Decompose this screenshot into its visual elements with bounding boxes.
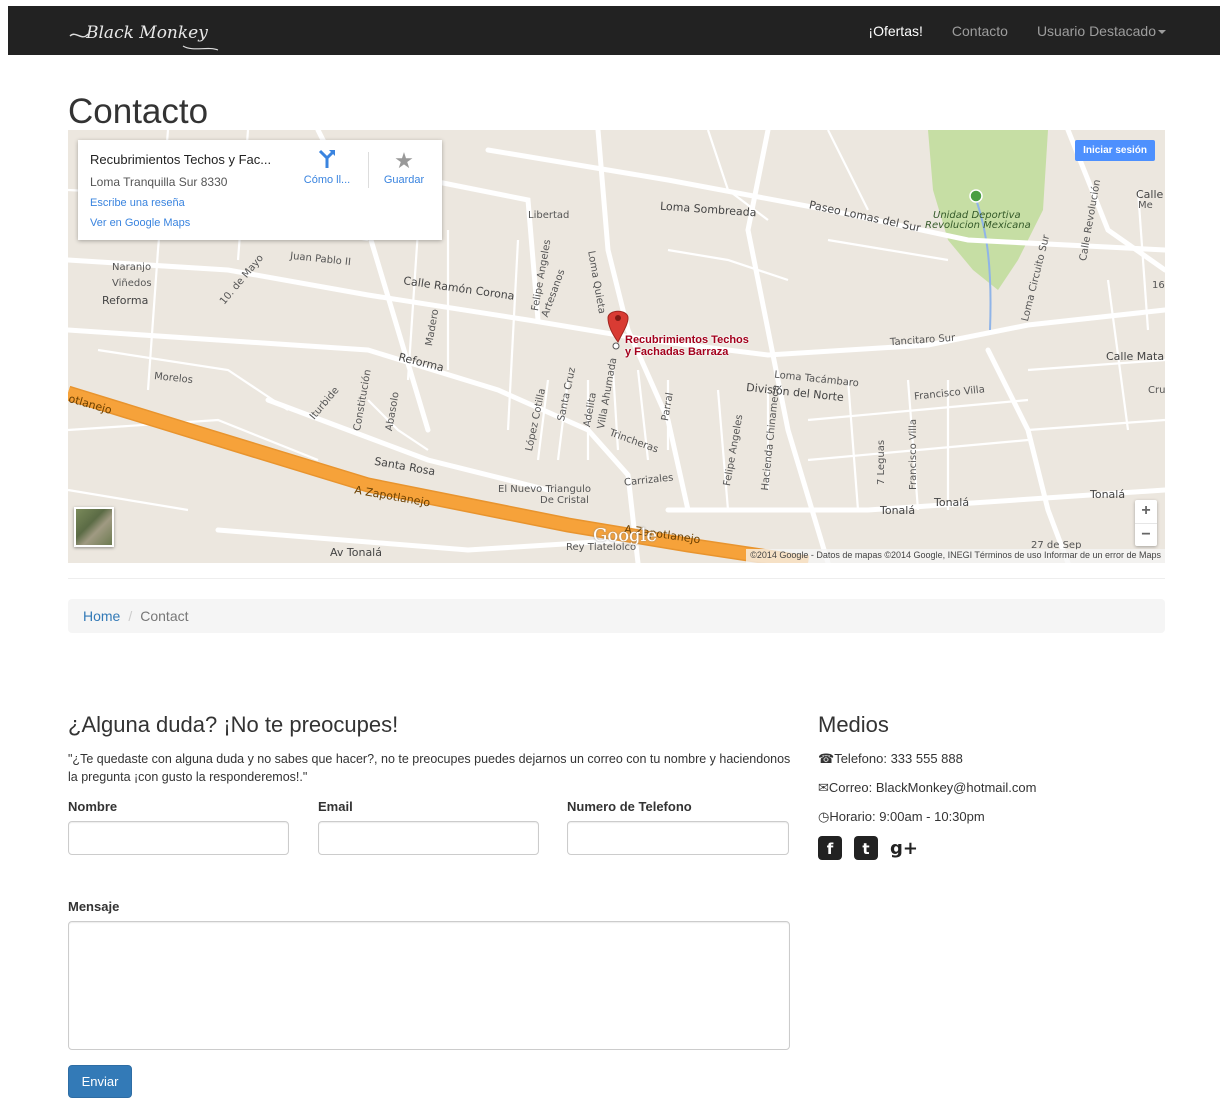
street-label: Av Tonalá [330,546,382,559]
twitter-icon[interactable]: t [854,836,878,860]
street-label: Tonalá [880,504,916,517]
breadcrumb-current: Contact [140,608,189,624]
contact-intro: "¿Te quedaste con alguna duda y no sabes… [68,752,791,784]
zoom-in-button[interactable]: + [1135,500,1157,523]
brand-text: Black Monkey [85,23,208,43]
media-email-text: Correo: BlackMonkey@hotmail.com [828,780,1037,795]
street-label: Francisco Villa [908,419,919,490]
directions-label: Cómo ll... [303,174,351,186]
phone-input[interactable] [567,821,789,855]
street-label: Me [1138,200,1153,211]
message-label: Mensaje [68,899,120,914]
envelope-icon: ✉ [818,780,829,795]
media-email: ✉Correo: BlackMonkey@hotmail.com [818,780,1036,796]
caret-down-icon [1158,29,1166,34]
place-label: El Nuevo Triangulo [498,484,592,495]
section-divider [68,578,1165,579]
street-label: Tonalá [934,496,970,509]
place-address: Loma Tranquilla Sur 8330 [90,175,228,189]
map-attribution[interactable]: ©2014 Google - Datos de mapas ©2014 Goog… [746,549,1165,563]
place-title: Recubrimientos Techos y Fac... [90,152,272,167]
name-label: Nombre [68,799,118,814]
nav-item-usuario-label: Usuario Destacado [1036,22,1156,39]
park-label: Revolucion Mexicana [925,220,1031,231]
name-input[interactable] [68,821,289,855]
phone-icon: ☎ [818,751,835,766]
street-label: 16 [1152,280,1165,291]
breadcrumb-home-link[interactable]: Home [83,608,120,624]
place-label: De Cristal [540,495,589,506]
satellite-view-toggle[interactable] [74,507,114,547]
street-label: 7 Leguas [876,439,887,485]
send-button[interactable]: Enviar [68,1065,132,1098]
street-label: Cru [1148,385,1165,396]
street-label: Reforma [102,294,149,307]
media-heading: Medios [818,712,889,737]
map-pin-label[interactable]: Recubrimientos Techos y Fachadas Barraza [625,334,749,358]
breadcrumb-divider: / [128,608,133,624]
media-hours: ◷Horario: 9:00am - 10:30pm [818,809,985,825]
street-label: Viñedos [112,278,152,289]
breadcrumb: Home / Contact [68,599,1165,633]
star-icon: ★ [394,148,414,173]
top-navbar: Black Monkey ¡Ofertas! Contacto Usuario … [8,6,1220,55]
write-review-link[interactable]: Escribe una reseña [90,197,185,209]
google-plus-icon[interactable]: g+ [890,836,918,860]
street-label: Calle Mata [1106,350,1165,363]
page-title: Contacto [68,92,209,131]
nav-item-contacto[interactable]: Contacto [952,23,1008,39]
street-label: Naranjo [112,262,152,273]
zoom-control: + − [1135,500,1157,546]
zoom-out-button[interactable]: − [1135,523,1157,546]
info-card-divider [368,152,369,188]
save-place-label: Guardar [383,174,425,186]
email-label: Email [318,799,353,814]
map-pin-label-line-1: Recubrimientos Techos [625,334,749,346]
phone-label: Numero de Telefono [567,799,692,814]
media-phone: ☎Telefono: 333 555 888 [818,751,963,767]
directions-icon [295,148,359,174]
brand-logo[interactable]: Black Monkey [68,16,238,52]
google-logo: Google [593,525,657,546]
map-login-button[interactable]: Iniciar sesión [1075,140,1155,161]
map-pin-label-line-2: y Fachadas Barraza [625,346,729,358]
clock-icon: ◷ [818,809,830,824]
social-links: f t g+ [818,836,928,860]
email-input[interactable] [318,821,539,855]
media-phone-text: Telefono: 333 555 888 [834,751,963,766]
google-map[interactable]: Libertad Loma Sombreada Paseo Lomas del … [68,130,1165,563]
street-label: Libertad [528,210,570,221]
main-nav: ¡Ofertas! Contacto Usuario Destacado [839,6,1166,55]
nav-item-usuario-destacado[interactable]: Usuario Destacado [1037,23,1166,39]
directions-button[interactable]: Cómo ll... [295,148,359,186]
message-textarea[interactable] [68,921,790,1050]
place-info-card: Recubrimientos Techos y Fac... Loma Tran… [78,140,442,240]
nav-item-ofertas[interactable]: ¡Ofertas! [868,23,922,39]
media-hours-text: Horario: 9:00am - 10:30pm [829,809,985,824]
facebook-icon[interactable]: f [818,836,842,860]
street-label: Tonalá [1090,488,1126,501]
view-in-google-maps-link[interactable]: Ver en Google Maps [90,217,190,229]
save-place-button[interactable]: ★ Guardar [372,148,436,186]
contact-heading: ¿Alguna duda? ¡No te preocupes! [68,712,399,737]
